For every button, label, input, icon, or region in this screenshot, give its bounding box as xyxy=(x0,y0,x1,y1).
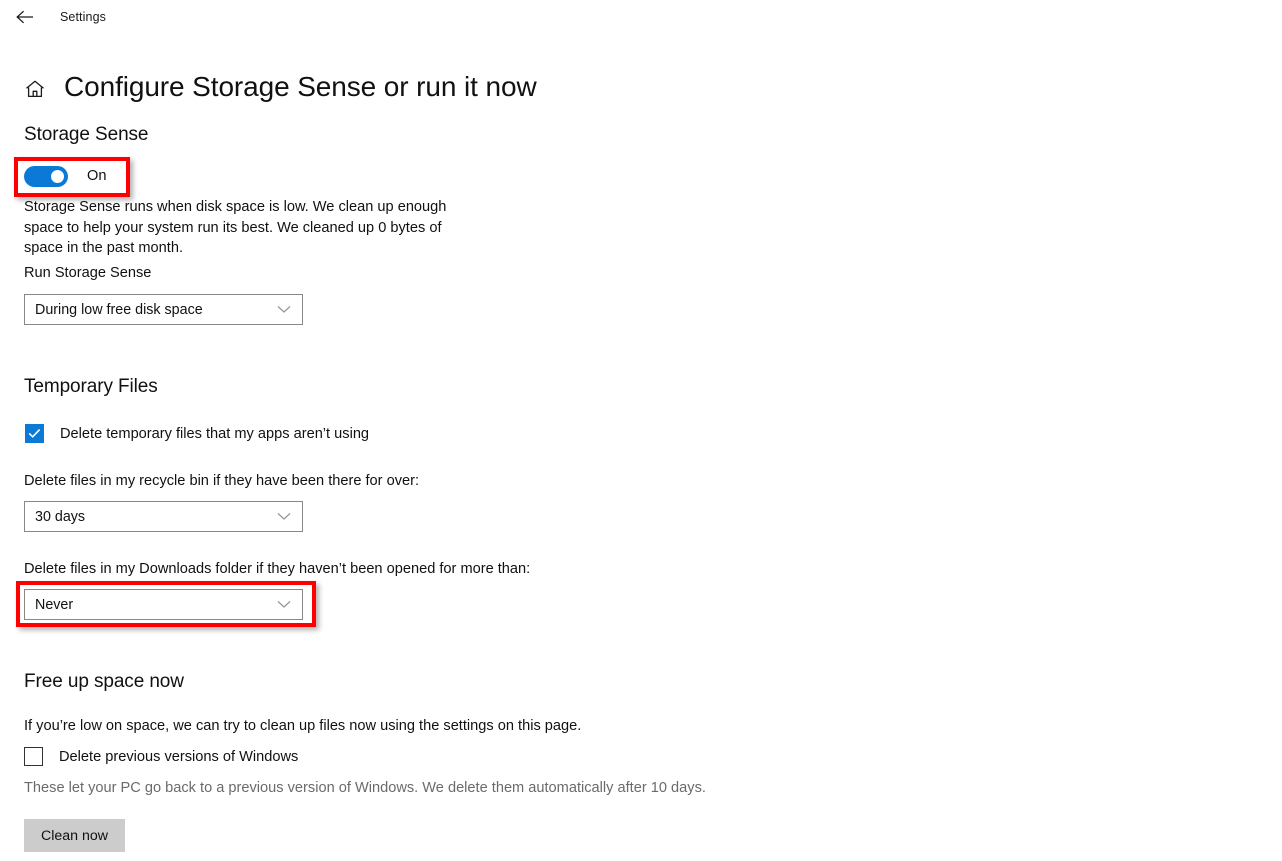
back-button[interactable] xyxy=(4,1,46,33)
storage-sense-heading: Storage Sense xyxy=(24,124,149,145)
prev-versions-checkbox-label: Delete previous versions of Windows xyxy=(59,748,299,765)
run-storage-sense-dropdown[interactable]: During low free disk space xyxy=(24,294,303,325)
page-title: Configure Storage Sense or run it now xyxy=(64,70,537,102)
storage-sense-toggle-row: On xyxy=(24,164,106,188)
storage-sense-toggle[interactable] xyxy=(24,165,68,187)
storage-sense-toggle-label: On xyxy=(87,168,107,184)
temp-files-checkbox-row: Delete temporary files that my apps aren… xyxy=(25,424,369,443)
recycle-bin-value: 30 days xyxy=(35,508,86,525)
chevron-down-icon xyxy=(277,600,291,609)
chevron-down-icon xyxy=(277,305,291,314)
arrow-left-icon xyxy=(15,9,35,25)
run-storage-sense-value: During low free disk space xyxy=(35,301,203,318)
title-bar: Settings xyxy=(0,0,1282,34)
prev-versions-note: These let your PC go back to a previous … xyxy=(24,780,706,796)
storage-sense-description: Storage Sense runs when disk space is lo… xyxy=(24,199,447,257)
prev-versions-checkbox-row: Delete previous versions of Windows xyxy=(24,747,298,766)
page-header: Configure Storage Sense or run it now xyxy=(20,52,537,122)
toggle-knob xyxy=(50,169,64,183)
recycle-bin-dropdown[interactable]: 30 days xyxy=(24,501,303,532)
clean-now-button[interactable]: Clean now xyxy=(24,819,125,852)
free-up-space-description: If you’re low on space, we can try to cl… xyxy=(24,718,582,734)
downloads-folder-value: Never xyxy=(35,596,74,613)
home-icon[interactable] xyxy=(20,74,50,104)
recycle-bin-label: Delete files in my recycle bin if they h… xyxy=(24,473,420,489)
temp-files-checkbox[interactable] xyxy=(25,424,44,443)
free-up-space-heading: Free up space now xyxy=(24,671,184,692)
run-storage-sense-label: Run Storage Sense xyxy=(24,265,152,281)
temp-files-checkbox-label: Delete temporary files that my apps aren… xyxy=(60,425,370,442)
prev-versions-checkbox[interactable] xyxy=(24,747,43,766)
chevron-down-icon xyxy=(277,512,291,521)
downloads-folder-label: Delete files in my Downloads folder if t… xyxy=(24,561,531,577)
temporary-files-heading: Temporary Files xyxy=(24,376,158,397)
downloads-folder-dropdown[interactable]: Never xyxy=(24,589,303,620)
app-title: Settings xyxy=(60,10,106,24)
